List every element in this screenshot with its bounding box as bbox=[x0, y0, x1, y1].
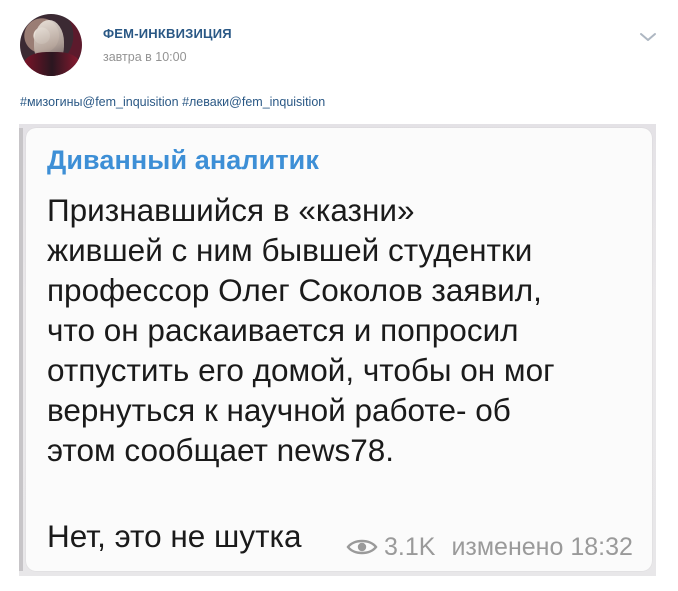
post-time[interactable]: завтра в 10:00 bbox=[103, 50, 187, 64]
message-line: этом сообщает news78. bbox=[47, 432, 394, 468]
edited-time: изменено 18:32 bbox=[451, 532, 633, 561]
message-text: Признавшийся в «казни» жившей с ним бывш… bbox=[47, 190, 647, 470]
author-avatar[interactable] bbox=[20, 14, 82, 76]
author-name[interactable]: ФЕМ-ИНКВИЗИЦИЯ bbox=[103, 26, 232, 41]
hashtag-misogyny[interactable]: #мизогины@fem_inquisition bbox=[20, 95, 179, 109]
chevron-down-icon[interactable] bbox=[638, 30, 658, 44]
avatar-figure-cloak bbox=[24, 52, 80, 76]
post-header: ФЕМ-ИНКВИЗИЦИЯ завтра в 10:00 bbox=[20, 14, 660, 78]
message-bubble: Диванный аналитик Признавшийся в «казни»… bbox=[26, 128, 652, 571]
channel-name: Диванный аналитик bbox=[47, 145, 319, 175]
eye-icon bbox=[346, 539, 378, 555]
message-line: Признавшийся в «казни» bbox=[47, 192, 415, 228]
message-line: отпустить его домой, чтобы он мог bbox=[47, 352, 555, 388]
message-line: жившей с ним бывшей студентки bbox=[47, 232, 533, 268]
message-line: вернуться к научной работе- об bbox=[47, 392, 511, 428]
bubble-edge bbox=[19, 128, 23, 571]
hashtags: #мизогины@fem_inquisition #леваки@fem_in… bbox=[20, 95, 325, 109]
hashtag-leftists[interactable]: #леваки@fem_inquisition bbox=[182, 95, 325, 109]
message-last-line: Нет, это не шутка bbox=[47, 518, 302, 554]
message-line: что он раскаивается и попросил bbox=[47, 312, 519, 348]
views-count: 3.1K bbox=[384, 532, 436, 561]
post-image[interactable]: Диванный аналитик Признавшийся в «казни»… bbox=[19, 124, 656, 576]
message-meta: 3.1K изменено 18:32 bbox=[346, 532, 633, 562]
message-line: профессор Олег Соколов заявил, bbox=[47, 272, 542, 308]
